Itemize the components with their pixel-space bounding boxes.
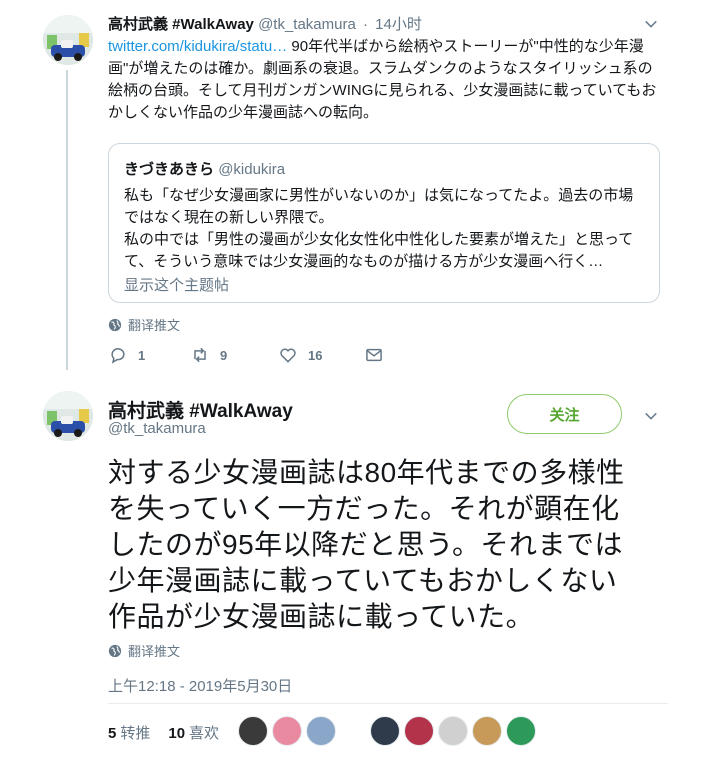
tweet-text-line: 対する少女漫画誌は80年代までの多様性 [108, 457, 625, 488]
avatar-image [43, 15, 93, 65]
translate-tweet-link[interactable]: 翻译推文 [108, 641, 180, 660]
globe-icon [108, 644, 122, 657]
quoted-text-line: ではなく現在の新しい界隈で。 [124, 209, 334, 226]
follow-button[interactable]: 关注 [507, 394, 622, 434]
avatar-image [43, 391, 93, 441]
quoted-text: 私も「なぜ少女漫画家に男性がいないのか」は気になってたよ。過去の市場 ではなく現… [124, 185, 644, 273]
tweet-link[interactable]: twitter.com/kidukira/statu… [108, 38, 287, 55]
tweet-text-line: を失っていく一方だった。それが顕在化 [108, 493, 620, 524]
tweet-text-line: 少年漫画誌に載っていてもおかしくない [108, 565, 618, 596]
liker-avatar[interactable] [370, 716, 400, 746]
liker-avatar[interactable] [438, 716, 468, 746]
quoted-text-line: 私も「なぜ少女漫画家に男性がいないのか」は気になってたよ。過去の市場 [124, 187, 634, 204]
avatar[interactable] [43, 15, 93, 65]
tweet-text: twitter.com/kidukira/statu… 90年代半ばから絵柄やス… [108, 36, 663, 124]
show-thread-link[interactable]: 显示这个主题帖 [124, 274, 644, 295]
translate-tweet-link[interactable]: 翻译推文 [108, 315, 180, 334]
liker-avatar[interactable] [272, 716, 302, 746]
display-name[interactable]: 高村武義 #WalkAway [108, 16, 254, 33]
user-handle[interactable]: @tk_takamura [108, 420, 206, 437]
translate-label: 翻译推文 [128, 644, 181, 659]
like-stat-count: 10 [168, 725, 186, 742]
retweet-stat-count: 5 [108, 725, 117, 742]
tweet-text: 対する少女漫画誌は80年代までの多様性 を失っていく一方だった。それが顕在化 し… [108, 455, 668, 635]
tweet-stats: 5 转推 10 喜欢 [108, 722, 219, 743]
reply-button[interactable]: 1 [108, 345, 190, 365]
globe-icon [108, 318, 122, 331]
retweet-stat-label: 转推 [120, 725, 151, 742]
like-button[interactable]: 16 [278, 345, 364, 365]
divider [108, 703, 668, 704]
separator: · [363, 16, 368, 33]
direct-message-button[interactable] [364, 345, 384, 365]
retweet-button[interactable]: 9 [190, 345, 278, 365]
user-handle[interactable]: @tk_takamura [258, 16, 356, 33]
tweet-text-line: 作品が少女漫画誌に載っていた。 [108, 601, 535, 632]
reply-count: 1 [138, 347, 146, 363]
tweet-menu-button[interactable] [641, 406, 661, 426]
avatar[interactable] [43, 391, 93, 441]
like-count: 16 [308, 347, 323, 363]
tweet-time[interactable]: 14小时 [375, 16, 422, 33]
quoted-text-line: て、そういう意味では少女漫画的なものが描ける方が少女漫画へ行く… [124, 253, 604, 270]
retweet-count: 9 [220, 347, 228, 363]
liker-avatar[interactable] [472, 716, 502, 746]
tweet-actions: 1 9 16 [108, 345, 384, 365]
chevron-down-icon [645, 412, 657, 420]
liker-avatar[interactable] [506, 716, 536, 746]
quoted-text-line: 私の中では「男性の漫画が少女化女性化中性化した要素が増えた」と思って [124, 231, 634, 248]
liker-avatar[interactable] [238, 716, 268, 746]
liker-avatar[interactable] [404, 716, 434, 746]
tweet-text-line: したのが95年以降だと思う。それまでは [108, 529, 623, 560]
tweet-menu-button[interactable] [641, 14, 661, 34]
chevron-down-icon [645, 20, 657, 28]
liker-avatar[interactable] [306, 716, 336, 746]
reply-icon [111, 348, 125, 364]
tweet-header: 高村武義 #WalkAway @tk_takamura · 14小时 [108, 13, 422, 34]
heart-icon [280, 348, 296, 363]
translate-label: 翻译推文 [128, 318, 181, 333]
quoted-display-name: きづきあきら [124, 161, 215, 178]
quoted-user-handle: @kidukira [218, 161, 286, 178]
quoted-tweet-card[interactable]: きづきあきら @kidukira 私も「なぜ少女漫画家に男性がいないのか」は気に… [108, 143, 660, 303]
tweet-timestamp[interactable]: 上午12:18 - 2019年5月30日 [108, 675, 292, 696]
message-icon [366, 348, 382, 362]
like-stat-label: 喜欢 [189, 725, 220, 742]
thread-line [66, 70, 68, 370]
liker-avatars [238, 716, 540, 746]
like-stat[interactable]: 10 喜欢 [168, 722, 219, 743]
retweet-stat[interactable]: 5 转推 [108, 722, 150, 743]
retweet-icon [194, 347, 206, 363]
display-name[interactable]: 高村武義 #WalkAway [108, 396, 293, 423]
